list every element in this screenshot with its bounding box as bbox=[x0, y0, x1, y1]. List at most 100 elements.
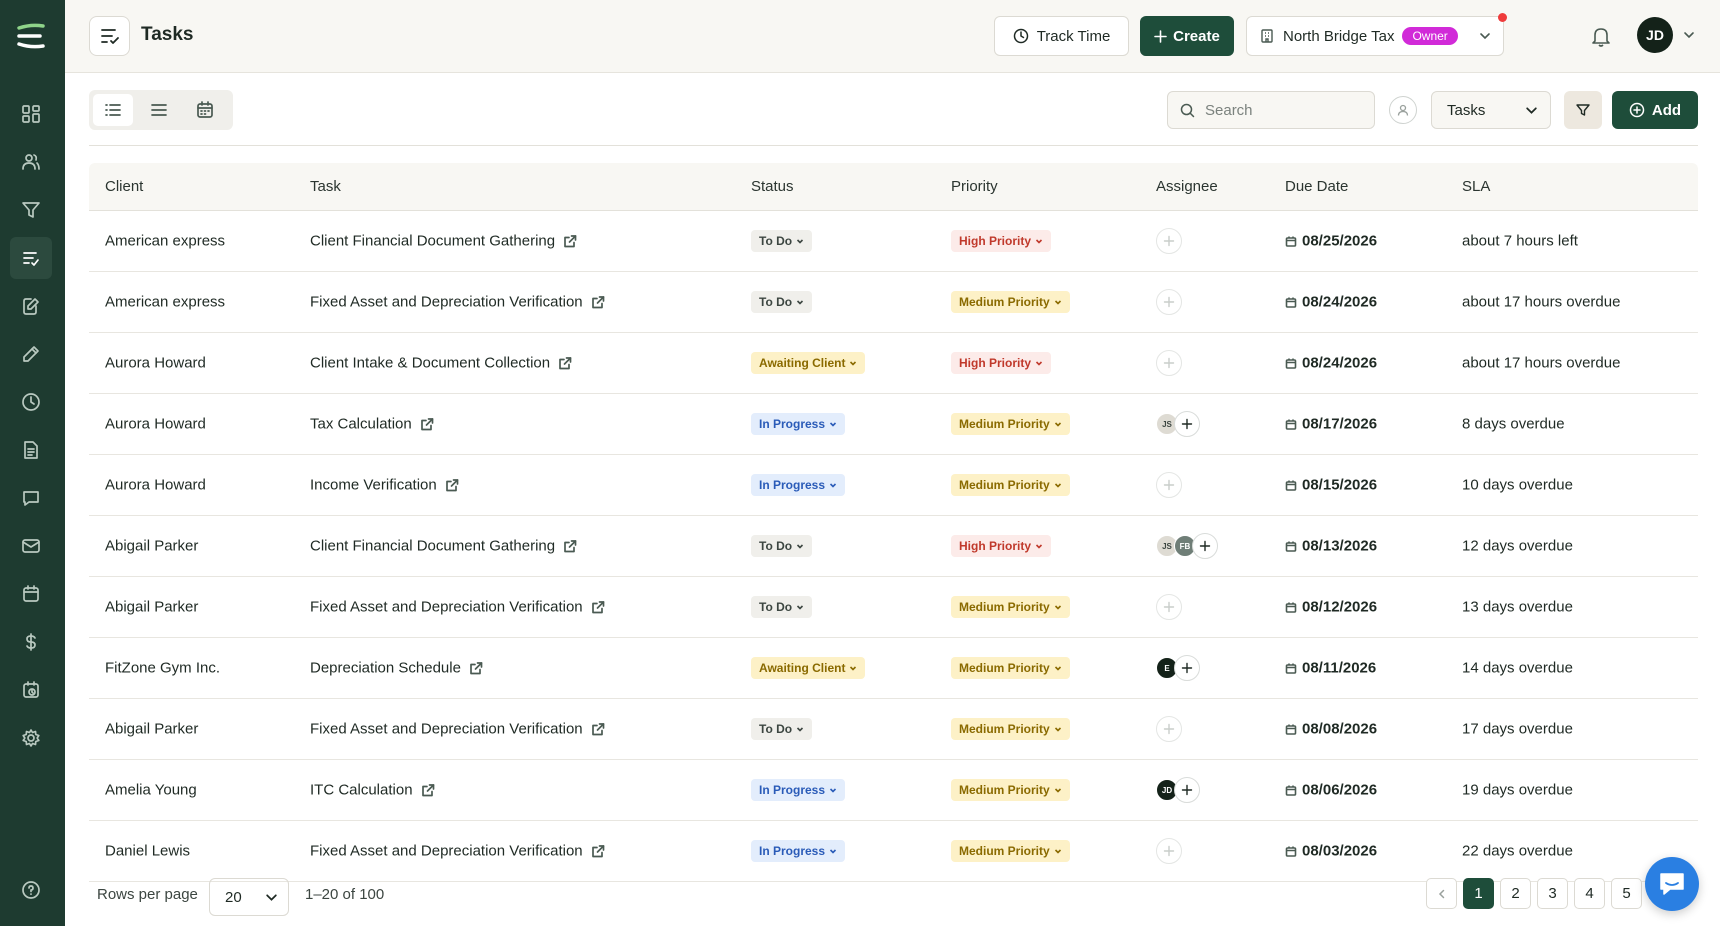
prev-page-button[interactable] bbox=[1426, 878, 1457, 909]
priority-badge[interactable]: Medium Priority bbox=[951, 840, 1070, 862]
create-button[interactable]: Create bbox=[1140, 16, 1234, 56]
schedule-icon[interactable] bbox=[18, 677, 44, 703]
table-row[interactable]: Amelia Young ITC Calculation In Progress… bbox=[89, 760, 1698, 821]
clock-icon[interactable] bbox=[18, 389, 44, 415]
status-badge[interactable]: To Do bbox=[751, 596, 813, 618]
list-view-button[interactable] bbox=[93, 94, 133, 126]
external-link-icon[interactable] bbox=[591, 295, 605, 309]
status-badge[interactable]: To Do bbox=[751, 230, 813, 252]
due-date[interactable]: 08/17/2026 bbox=[1302, 416, 1377, 433]
toggle-menu-button[interactable] bbox=[89, 16, 130, 56]
bell-icon[interactable] bbox=[1590, 25, 1612, 47]
table-row[interactable]: Abigail Parker Client Financial Document… bbox=[89, 516, 1698, 577]
task-name[interactable]: Fixed Asset and Depreciation Verificatio… bbox=[310, 294, 583, 311]
status-badge[interactable]: In Progress bbox=[751, 840, 846, 862]
add-assignee-button[interactable] bbox=[1156, 350, 1182, 376]
due-date[interactable]: 08/06/2026 bbox=[1302, 782, 1377, 799]
external-link-icon[interactable] bbox=[469, 661, 483, 675]
table-row[interactable]: Aurora Howard Tax Calculation In Progres… bbox=[89, 394, 1698, 455]
status-badge[interactable]: To Do bbox=[751, 718, 813, 740]
add-assignee-button[interactable] bbox=[1174, 777, 1200, 803]
logo-icon[interactable] bbox=[16, 22, 46, 50]
add-assignee-button[interactable] bbox=[1192, 533, 1218, 559]
column-header[interactable]: Status bbox=[751, 178, 794, 195]
add-assignee-button[interactable] bbox=[1174, 411, 1200, 437]
add-assignee-button[interactable] bbox=[1156, 838, 1182, 864]
table-row[interactable]: Daniel Lewis Fixed Asset and Depreciatio… bbox=[89, 821, 1698, 882]
tasks-icon[interactable] bbox=[10, 237, 52, 279]
priority-badge[interactable]: Medium Priority bbox=[951, 657, 1070, 679]
due-date[interactable]: 08/13/2026 bbox=[1302, 538, 1377, 555]
add-assignee-button[interactable] bbox=[1156, 228, 1182, 254]
priority-badge[interactable]: High Priority bbox=[951, 352, 1052, 374]
priority-badge[interactable]: Medium Priority bbox=[951, 718, 1070, 740]
table-row[interactable]: American express Client Financial Docume… bbox=[89, 211, 1698, 272]
task-name[interactable]: Client Financial Document Gathering bbox=[310, 538, 555, 555]
task-name[interactable]: Fixed Asset and Depreciation Verificatio… bbox=[310, 721, 583, 738]
table-row[interactable]: Abigail Parker Fixed Asset and Depreciat… bbox=[89, 577, 1698, 638]
search-input[interactable] bbox=[1205, 101, 1355, 119]
compact-view-button[interactable] bbox=[139, 94, 179, 126]
client-name[interactable]: Aurora Howard bbox=[105, 416, 206, 433]
column-header[interactable]: Client bbox=[105, 178, 143, 195]
task-name[interactable]: Client Financial Document Gathering bbox=[310, 233, 555, 250]
client-name[interactable]: FitZone Gym Inc. bbox=[105, 660, 220, 677]
priority-badge[interactable]: High Priority bbox=[951, 230, 1052, 252]
edit-document-icon[interactable] bbox=[18, 293, 44, 319]
add-assignee-button[interactable] bbox=[1156, 594, 1182, 620]
status-badge[interactable]: In Progress bbox=[751, 779, 846, 801]
organization-switcher[interactable]: North Bridge Tax Owner bbox=[1246, 16, 1504, 56]
task-name[interactable]: Income Verification bbox=[310, 477, 437, 494]
external-link-icon[interactable] bbox=[420, 417, 434, 431]
client-name[interactable]: Abigail Parker bbox=[105, 721, 198, 738]
column-header[interactable]: Assignee bbox=[1156, 178, 1218, 195]
table-row[interactable]: American express Fixed Asset and Depreci… bbox=[89, 272, 1698, 333]
external-link-icon[interactable] bbox=[591, 844, 605, 858]
task-name[interactable]: Fixed Asset and Depreciation Verificatio… bbox=[310, 843, 583, 860]
calendar-view-button[interactable] bbox=[185, 94, 225, 126]
add-assignee-button[interactable] bbox=[1156, 472, 1182, 498]
client-name[interactable]: American express bbox=[105, 233, 225, 250]
view-type-select[interactable]: Tasks bbox=[1431, 91, 1551, 129]
add-assignee-button[interactable] bbox=[1174, 655, 1200, 681]
dollar-icon[interactable] bbox=[18, 629, 44, 655]
page-button[interactable]: 1 bbox=[1463, 878, 1494, 909]
priority-badge[interactable]: Medium Priority bbox=[951, 474, 1070, 496]
chat-icon[interactable] bbox=[18, 485, 44, 511]
page-button[interactable]: 5 bbox=[1611, 878, 1642, 909]
pen-icon[interactable] bbox=[18, 341, 44, 367]
external-link-icon[interactable] bbox=[445, 478, 459, 492]
funnel-icon[interactable] bbox=[18, 197, 44, 223]
clients-icon[interactable] bbox=[18, 149, 44, 175]
status-badge[interactable]: Awaiting Client bbox=[751, 657, 866, 679]
invoice-icon[interactable] bbox=[18, 437, 44, 463]
help-icon[interactable] bbox=[18, 877, 44, 903]
client-name[interactable]: Aurora Howard bbox=[105, 355, 206, 372]
table-row[interactable]: Abigail Parker Fixed Asset and Depreciat… bbox=[89, 699, 1698, 760]
client-name[interactable]: Aurora Howard bbox=[105, 477, 206, 494]
column-header[interactable]: Due Date bbox=[1285, 178, 1348, 195]
task-name[interactable]: Fixed Asset and Depreciation Verificatio… bbox=[310, 599, 583, 616]
status-badge[interactable]: In Progress bbox=[751, 413, 846, 435]
page-button[interactable]: 4 bbox=[1574, 878, 1605, 909]
due-date[interactable]: 08/08/2026 bbox=[1302, 721, 1377, 738]
priority-badge[interactable]: Medium Priority bbox=[951, 413, 1070, 435]
page-button[interactable]: 3 bbox=[1537, 878, 1568, 909]
due-date[interactable]: 08/25/2026 bbox=[1302, 233, 1377, 250]
mail-icon[interactable] bbox=[18, 533, 44, 559]
status-badge[interactable]: To Do bbox=[751, 291, 813, 313]
task-name[interactable]: Depreciation Schedule bbox=[310, 660, 461, 677]
due-date[interactable]: 08/12/2026 bbox=[1302, 599, 1377, 616]
external-link-icon[interactable] bbox=[563, 539, 577, 553]
column-header[interactable]: Priority bbox=[951, 178, 998, 195]
due-date[interactable]: 08/03/2026 bbox=[1302, 843, 1377, 860]
external-link-icon[interactable] bbox=[591, 600, 605, 614]
priority-badge[interactable]: Medium Priority bbox=[951, 596, 1070, 618]
external-link-icon[interactable] bbox=[591, 722, 605, 736]
track-time-button[interactable]: Track Time bbox=[994, 16, 1129, 56]
support-chat-button[interactable] bbox=[1645, 857, 1699, 911]
chevron-down-icon[interactable] bbox=[1683, 29, 1695, 41]
priority-badge[interactable]: Medium Priority bbox=[951, 291, 1070, 313]
due-date[interactable]: 08/24/2026 bbox=[1302, 294, 1377, 311]
due-date[interactable]: 08/11/2026 bbox=[1302, 660, 1376, 677]
